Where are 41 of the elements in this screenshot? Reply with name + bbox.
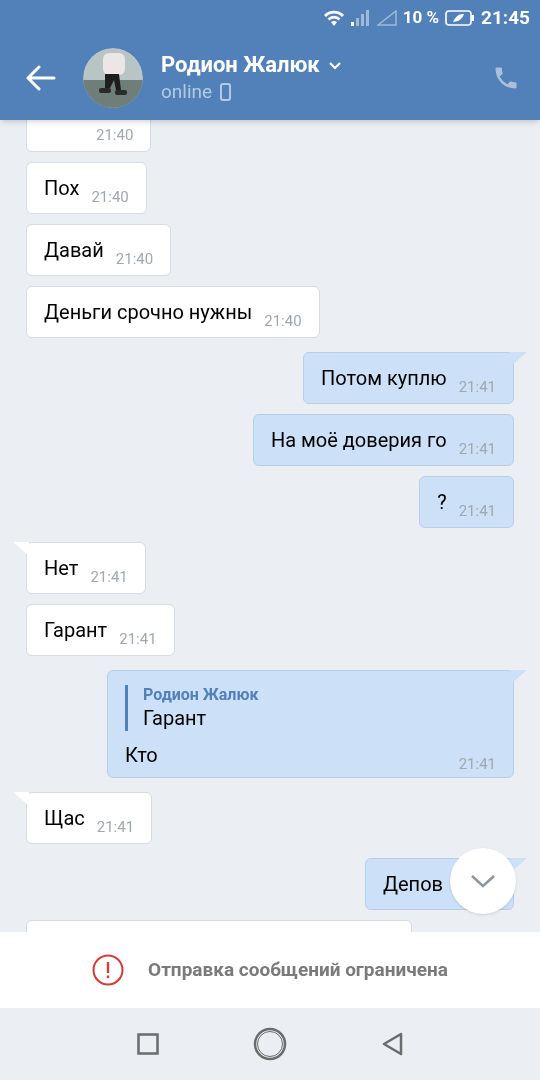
back-icon[interactable] [26,65,56,91]
message-time: 21:41 [96,818,135,836]
clock: 21:45 [481,4,530,31]
message-text: Гарант [44,617,108,644]
quoted-author: Родион Жалюк [143,685,260,705]
message-text: Потом куплю [321,365,447,392]
battery-icon [445,10,476,26]
message-text: На моё доверия го [270,427,447,454]
message-time: 21:41 [458,378,496,396]
chevron-down-icon [470,874,496,888]
message-time: 21:41 [119,630,157,648]
back-triangle-icon[interactable] [381,1032,403,1056]
message-time: 21:41 [458,502,496,520]
message-text: Депов [382,871,443,898]
message-time: 21:40 [96,126,134,144]
message-time: 21:40 [91,188,129,206]
message-time: 21:40 [115,250,154,268]
message-text: Давай [44,237,104,264]
signal-icon [350,10,371,26]
online-status: online [161,79,213,105]
message-time: 21:41 [90,568,128,586]
message-time: 21:41 [458,755,496,773]
restriction-text: Отправка сообщений ограничена [148,956,448,983]
message-text: Пох [44,175,80,202]
message-text: ? [437,489,447,516]
quoted-text: Гарант [143,705,208,731]
message-time: 21:40 [264,312,302,330]
chevron-down-icon[interactable] [327,60,342,70]
home-icon[interactable] [253,1027,287,1061]
message-text: Деньги срочно нужны [44,299,253,326]
phone-device-icon [220,83,232,101]
wifi-icon [322,9,345,27]
message-text: Щас [44,805,85,832]
message-time: 21:41 [458,440,496,458]
battery-percent: 10 % [402,6,440,30]
message-text: Кто [125,742,158,769]
contact-name[interactable]: Родион Жалюк [161,51,320,79]
square-icon[interactable] [137,1033,159,1055]
message-text: Нет [44,555,79,582]
warning-icon [92,954,125,986]
signal-icon [376,10,397,26]
